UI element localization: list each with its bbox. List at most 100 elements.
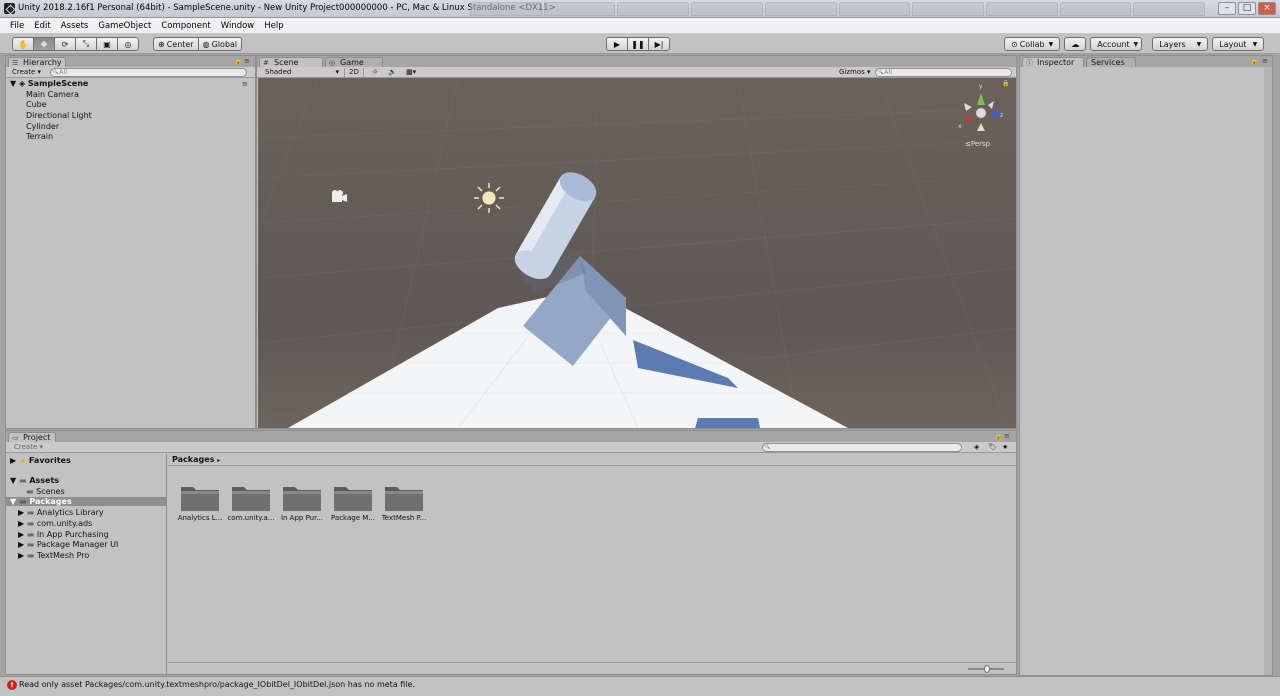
menu-gameobject[interactable]: GameObject <box>93 18 156 33</box>
scene-menu-icon[interactable]: ≡ <box>242 80 248 88</box>
scene-search-input[interactable]: All <box>875 68 1012 77</box>
close-icon[interactable]: × <box>1258 2 1276 15</box>
package-label: com.unity.ads <box>36 519 93 528</box>
lighting-toggle-icon[interactable]: ☼ <box>368 68 382 77</box>
tree-package-item[interactable]: ▶ ▬ com.unity.ads <box>18 519 92 528</box>
globe-icon: ◍ <box>202 39 210 49</box>
menu-help[interactable]: Help <box>259 18 288 33</box>
folder-tile-icon[interactable] <box>384 482 424 512</box>
scene-viewport[interactable]: y z x ≤Persp 🔒 <box>258 78 1016 428</box>
services-tab-label: Services <box>1091 58 1125 67</box>
menu-assets[interactable]: Assets <box>56 18 94 33</box>
directional-light-icon <box>474 183 504 213</box>
lock-icon[interactable]: 🔒 <box>234 57 243 65</box>
scene-name: SampleScene <box>27 79 89 88</box>
hierarchy-item[interactable]: Main Camera <box>26 90 79 99</box>
layout-dropdown[interactable]: Layout ▼ <box>1212 37 1265 51</box>
orientation-gizmo[interactable]: y z x <box>958 83 1004 139</box>
status-bar[interactable]: ! Read only asset Packages/com.unity.tex… <box>0 676 1280 696</box>
icon-size-slider[interactable] <box>968 665 1004 673</box>
slider-thumb[interactable] <box>984 665 990 673</box>
gizmos-dropdown[interactable]: Gizmos ▾ <box>835 68 875 77</box>
tree-package-item[interactable]: ▶ ▬ In App Purchasing <box>18 530 109 539</box>
minimize-icon[interactable]: – <box>1218 2 1236 15</box>
tab-services[interactable]: Services <box>1086 57 1136 67</box>
tree-scenes[interactable]: ▬ Scenes <box>26 487 65 496</box>
filter-type-icon[interactable]: ◈ <box>970 443 983 452</box>
console-message[interactable]: Read only asset Packages/com.unity.textm… <box>19 680 415 689</box>
account-dropdown[interactable]: Account ▼ <box>1090 37 1143 51</box>
hierarchy-panel: ☰ Hierarchy 🔒 ≡ Create ▾ All ▼ ◈ SampleS… <box>5 55 256 429</box>
shading-mode-dropdown[interactable]: Shaded ▾ <box>261 68 341 77</box>
tab-scene[interactable]: # Scene <box>259 57 323 67</box>
tab-project[interactable]: ▭ Project <box>8 432 56 442</box>
step-button[interactable]: ▶| <box>648 37 670 51</box>
menu-component[interactable]: Component <box>156 18 215 33</box>
menu-edit[interactable]: Edit <box>29 18 55 33</box>
pivot-center-button[interactable]: ⊕ Center <box>153 37 199 51</box>
persp-text: Persp <box>970 140 991 148</box>
tree-packages[interactable]: ▼ ▬ Packages <box>6 497 166 506</box>
move-tool-icon[interactable]: ✥ <box>33 37 55 51</box>
folder-tile-icon[interactable] <box>333 482 373 512</box>
hierarchy-item[interactable]: Cylinder <box>26 122 59 131</box>
rotate-tool-icon[interactable]: ⟳ <box>54 37 76 51</box>
project-menu-icon[interactable]: ≡ <box>1004 432 1010 440</box>
layout-label: Layout <box>1219 39 1247 49</box>
collab-dropdown[interactable]: ⊙ Collab ▼ <box>1004 37 1061 51</box>
folder-icon: ▬ <box>18 497 27 506</box>
folder-tile-icon[interactable] <box>282 482 322 512</box>
play-button[interactable]: ▶ <box>606 37 628 51</box>
pause-button[interactable]: ❚❚ <box>627 37 649 51</box>
scene-root[interactable]: ▼ ◈ SampleScene <box>10 79 88 88</box>
hierarchy-search-input[interactable]: All <box>50 68 247 77</box>
rect-tool-icon[interactable]: ▣ <box>96 37 118 51</box>
hierarchy-item[interactable]: Directional Light <box>26 111 92 120</box>
cloud-button[interactable]: ☁ <box>1064 37 1087 51</box>
hierarchy-item[interactable]: Cube <box>26 100 47 109</box>
menu-window[interactable]: Window <box>216 18 260 33</box>
step-icon: ▶| <box>654 39 664 49</box>
tab-game[interactable]: ◎ Game <box>325 57 383 67</box>
tree-package-item[interactable]: ▶ ▬ Analytics Library <box>18 508 104 517</box>
folder-icon: ▬ <box>26 519 35 528</box>
hierarchy-item[interactable]: Terrain <box>26 132 53 141</box>
layers-dropdown[interactable]: Layers ▼ <box>1152 37 1209 51</box>
project-lock-icon[interactable]: 🔒 <box>994 432 1003 440</box>
project-footer <box>168 662 1016 674</box>
transform-tool-icon[interactable]: ◎ <box>117 37 139 51</box>
collab-icon: ⊙ <box>1011 39 1018 49</box>
projection-label[interactable]: ≤Persp <box>965 140 990 148</box>
folder-icon: ▬ <box>26 487 34 496</box>
inspector-menu-icon[interactable]: ≡ <box>1262 57 1268 65</box>
gizmo-lock-icon[interactable]: 🔒 <box>1002 80 1009 87</box>
tree-package-item[interactable]: ▶ ▬ TextMesh Pro <box>18 551 89 560</box>
inspector-scrollbar[interactable] <box>1264 67 1272 675</box>
tab-inspector[interactable]: ⓘ Inspector <box>1022 57 1084 67</box>
hand-tool-icon[interactable]: ✋ <box>12 37 34 51</box>
project-create-button[interactable]: Create ▾ <box>10 443 47 452</box>
2d-toggle[interactable]: 2D <box>344 68 364 77</box>
play-icon: ▶ <box>613 39 621 49</box>
tree-package-item[interactable]: ▶ ▬ Package Manager UI <box>18 540 118 549</box>
project-search-input[interactable] <box>762 443 962 452</box>
inspector-lock-icon[interactable]: 🔒 <box>1250 57 1259 65</box>
package-label: In App Purchasing <box>36 530 109 539</box>
tree-favorites[interactable]: ▶ ★ Favorites <box>10 456 71 465</box>
space-global-button[interactable]: ◍ Global <box>197 37 243 51</box>
folder-tile-icon[interactable] <box>231 482 271 512</box>
effects-dropdown-icon[interactable]: ▩▾ <box>402 68 420 77</box>
menu-file[interactable]: File <box>5 18 29 33</box>
expand-arrow-icon: ▶ <box>10 456 17 465</box>
pivot-label: Center <box>166 39 194 49</box>
panel-menu-icon[interactable]: ≡ <box>244 57 250 65</box>
tab-hierarchy[interactable]: ☰ Hierarchy <box>8 57 66 67</box>
project-breadcrumb[interactable]: Packages ▸ <box>168 454 1016 466</box>
folder-tile-icon[interactable] <box>180 482 220 512</box>
audio-toggle-icon[interactable]: 🔈 <box>384 68 401 77</box>
favorite-star-icon[interactable]: ★ <box>998 443 1012 452</box>
hierarchy-create-button[interactable]: Create ▾ <box>8 68 45 77</box>
maximize-icon[interactable]: □ <box>1238 2 1256 15</box>
tree-assets[interactable]: ▼ ▬ Assets <box>10 476 59 485</box>
scale-tool-icon[interactable]: ⤡ <box>75 37 97 51</box>
